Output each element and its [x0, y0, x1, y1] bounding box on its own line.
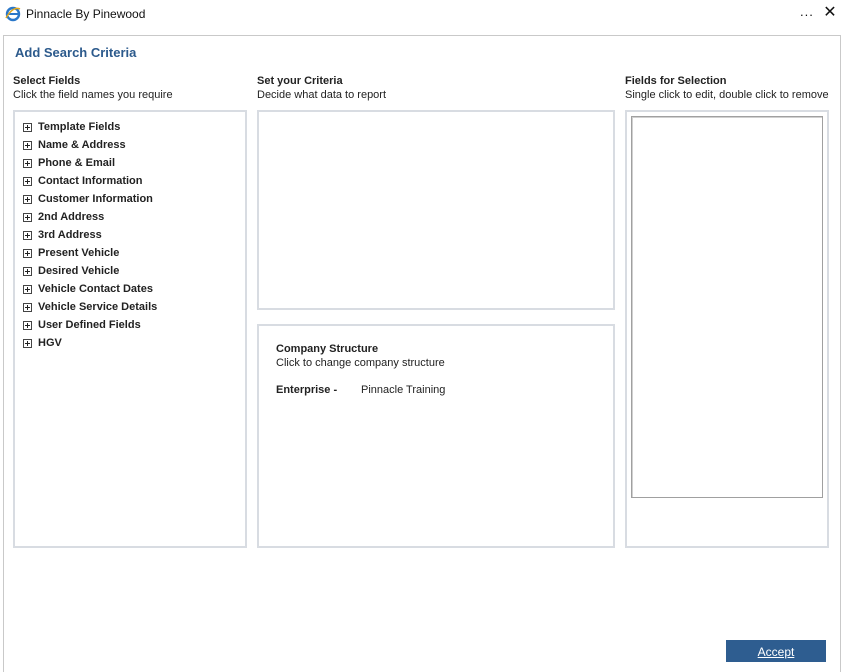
field-group-item[interactable]: Phone & Email — [23, 154, 157, 172]
expand-plus-icon[interactable] — [23, 122, 32, 132]
field-group-item[interactable]: 3rd Address — [23, 226, 157, 244]
criteria-title: Set your Criteria — [257, 75, 343, 87]
field-group-label: Template Fields — [38, 121, 121, 133]
title-bar: Pinnacle By Pinewood ... ✕ — [0, 0, 842, 30]
field-group-item[interactable]: Contact Information — [23, 172, 157, 190]
selected-fields-list[interactable] — [631, 116, 823, 498]
field-group-item[interactable]: Vehicle Service Details — [23, 298, 157, 316]
select-fields-title: Select Fields — [13, 75, 81, 87]
accept-button[interactable]: Accept — [726, 640, 826, 662]
field-group-item[interactable]: Vehicle Contact Dates — [23, 280, 157, 298]
criteria-subtitle: Decide what data to report — [257, 89, 387, 101]
field-group-label: Vehicle Service Details — [38, 301, 158, 313]
expand-plus-icon[interactable] — [23, 158, 32, 168]
field-group-item[interactable]: Template Fields — [23, 118, 157, 136]
expand-plus-icon[interactable] — [23, 302, 32, 312]
expand-plus-icon[interactable] — [23, 320, 32, 330]
fields-for-selection-panel — [625, 110, 829, 548]
field-group-item[interactable]: User Defined Fields — [23, 316, 157, 334]
select-fields-subtitle: Click the field names you require — [13, 89, 173, 101]
field-tree: Template Fields Name & Address Phone & Ema… — [23, 118, 157, 352]
page-heading: Add Search Criteria — [15, 45, 137, 60]
more-options-button[interactable]: ... — [800, 4, 814, 19]
app-icon — [5, 6, 21, 22]
field-group-item[interactable]: HGV — [23, 334, 157, 352]
field-group-item[interactable]: 2nd Address — [23, 208, 157, 226]
field-group-label: 2nd Address — [38, 211, 105, 223]
expand-plus-icon[interactable] — [23, 212, 32, 222]
expand-plus-icon[interactable] — [23, 284, 32, 294]
expand-plus-icon[interactable] — [23, 266, 32, 276]
field-group-item[interactable]: Customer Information — [23, 190, 157, 208]
fields-for-selection-subtitle: Single click to edit, double click to re… — [625, 89, 829, 101]
field-group-label: Customer Information — [38, 193, 153, 205]
field-group-label: 3rd Address — [38, 229, 102, 241]
expand-plus-icon[interactable] — [23, 338, 32, 348]
window-title: Pinnacle By Pinewood — [26, 7, 146, 21]
field-group-item[interactable]: Name & Address — [23, 136, 157, 154]
enterprise-label: Enterprise - — [276, 384, 338, 396]
company-structure-subtitle: Click to change company structure — [276, 357, 445, 369]
field-group-label: Contact Information — [38, 175, 143, 187]
company-structure-panel[interactable]: Company Structure Click to change compan… — [257, 324, 615, 548]
criteria-panel[interactable] — [257, 110, 615, 310]
field-group-label: HGV — [38, 337, 62, 349]
field-group-label: User Defined Fields — [38, 319, 141, 331]
field-group-label: Phone & Email — [38, 157, 116, 169]
field-group-label: Name & Address — [38, 139, 126, 151]
expand-plus-icon[interactable] — [23, 140, 32, 150]
field-group-label: Present Vehicle — [38, 247, 120, 259]
field-group-item[interactable]: Present Vehicle — [23, 244, 157, 262]
company-structure-title: Company Structure — [276, 343, 379, 355]
field-group-label: Desired Vehicle — [38, 265, 120, 277]
expand-plus-icon[interactable] — [23, 230, 32, 240]
field-group-item[interactable]: Desired Vehicle — [23, 262, 157, 280]
field-group-label: Vehicle Contact Dates — [38, 283, 153, 295]
fields-for-selection-title: Fields for Selection — [625, 75, 727, 87]
close-icon[interactable]: ✕ — [822, 4, 838, 22]
expand-plus-icon[interactable] — [23, 194, 32, 204]
expand-plus-icon[interactable] — [23, 176, 32, 186]
select-fields-panel: Template Fields Name & Address Phone & Ema… — [13, 110, 247, 548]
expand-plus-icon[interactable] — [23, 248, 32, 258]
enterprise-value[interactable]: Pinnacle Training — [361, 384, 445, 396]
